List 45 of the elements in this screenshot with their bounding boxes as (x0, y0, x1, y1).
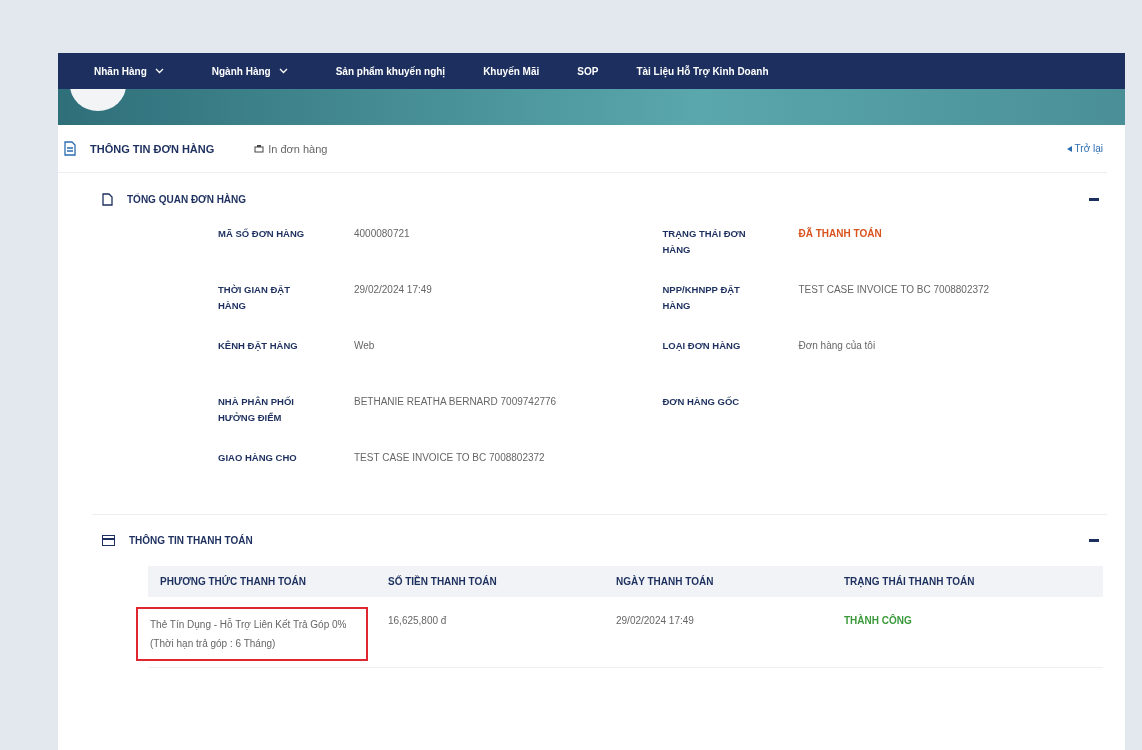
field-label: MÃ SỐ ĐƠN HÀNG (218, 227, 306, 241)
chevron-down-icon (154, 68, 164, 74)
field-label: TRẠNG THÁI ĐƠN HÀNG (662, 227, 747, 257)
field-label: ĐƠN HÀNG GỐC (662, 395, 741, 409)
field-value: Đơn hàng của tôi (798, 339, 877, 353)
chevron-down-icon (278, 68, 288, 74)
field-value: BETHANIE REATHA BERNARD 7009742776 (354, 395, 558, 409)
field-label: NPP/KHNPP ĐẶT HÀNG (662, 283, 741, 313)
document-icon (102, 193, 113, 206)
column-header: PHƯƠNG THỨC THANH TOÁN (160, 576, 308, 587)
section-title: TỔNG QUAN ĐƠN HÀNG (127, 194, 247, 205)
table-cell-text: 16,625,800 đ (387, 614, 448, 628)
minus-icon (1089, 198, 1099, 201)
printer-icon (254, 143, 265, 154)
field-label: LOẠI ĐƠN HÀNG (662, 339, 742, 353)
card-icon (102, 535, 115, 546)
nav-link[interactable]: Nhãn Hàng (94, 65, 164, 77)
field-value: Web (354, 339, 376, 353)
back-link[interactable]: Trở lại (1066, 143, 1103, 154)
nav-link[interactable]: Khuyến Mãi (483, 65, 540, 77)
print-link[interactable]: In đơn hàng (254, 142, 328, 155)
nav-link[interactable]: Tài Liệu Hỗ Trợ Kinh Doanh (636, 65, 769, 77)
field-label: KÊNH ĐẶT HÀNG (218, 339, 299, 353)
table-cell-text: THÀNH CÔNG (843, 613, 913, 628)
nav-link[interactable]: SOP (577, 65, 599, 77)
nav-link[interactable]: Sản phẩm khuyến nghị (335, 65, 446, 77)
column-header: SỐ TIỀN THANH TOÁN (388, 576, 498, 587)
column-header: NGÀY THANH TOÁN (616, 576, 715, 587)
column-header: TRẠNG THÁI THANH TOÁN (844, 576, 976, 587)
minus-icon (1089, 539, 1099, 542)
table-cell-text: 29/02/2024 17:49 (615, 614, 695, 628)
field-label: GIAO HÀNG CHO (218, 451, 298, 465)
page-title: THÔNG TIN ĐƠN HÀNG (90, 142, 215, 155)
field-label: THỜI GIAN ĐẶT HÀNG (218, 283, 291, 313)
field-value: TEST CASE INVOICE TO BC 7008802372 (798, 283, 991, 297)
nav-link[interactable]: Ngành Hàng (211, 65, 288, 77)
field-value: TEST CASE INVOICE TO BC 7008802372 (354, 451, 546, 465)
document-icon (64, 141, 76, 156)
field-value: ĐÃ THANH TOÁN (798, 226, 883, 241)
field-label: NHÀ PHÂN PHỐI HƯỞNG ĐIỂM (218, 395, 295, 425)
field-value: 4000080721 (354, 227, 411, 241)
field-value: 29/02/2024 17:49 (354, 283, 433, 297)
table-cell: Thẻ Tín Dụng - Hỗ Trợ Liên Kết Trả Góp 0% (Thời hạn trả góp : 6 Tháng) (136, 607, 368, 661)
caret-left-icon (1066, 146, 1072, 152)
section-title: THÔNG TIN THANH TOÁN (129, 535, 253, 546)
